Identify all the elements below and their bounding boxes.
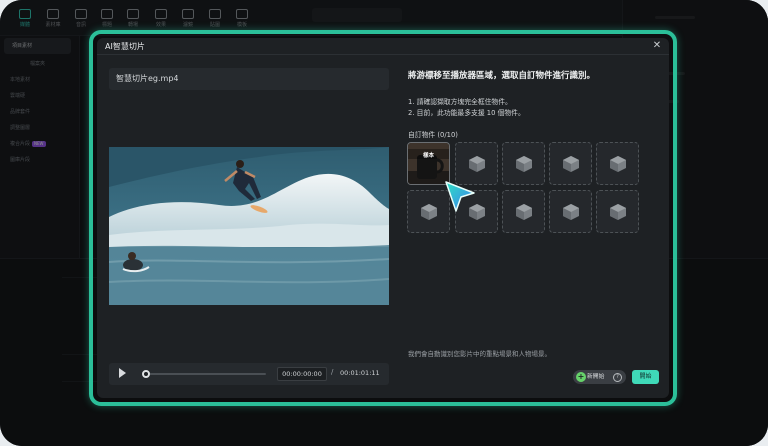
sample-label: 樣本: [422, 153, 434, 159]
app-window: 媒體 素材庫 音訊 標題 轉場 效果 濾鏡 貼圖 模板 項目素材 檔案夾 本地素…: [0, 0, 768, 446]
cube-icon: [610, 204, 626, 220]
cube-icon: [563, 156, 579, 172]
time-separator: /: [331, 368, 334, 376]
current-time: 00:00:00:00: [277, 367, 327, 381]
custom-objects-label: 自訂物件 (0/10): [408, 131, 458, 139]
cube-icon: [421, 204, 437, 220]
playback-controls: 00:00:00:00 / 00:01:01:11: [109, 363, 389, 385]
object-slot[interactable]: [549, 142, 592, 185]
cube-icon: [563, 204, 579, 220]
instruction-heading: 將游標移至播放器區域，選取自訂物件進行識別。: [408, 71, 596, 81]
object-slot[interactable]: [502, 190, 545, 233]
dialog-header: AI智慧切片 ✕: [97, 38, 669, 55]
cube-icon: [610, 156, 626, 172]
surf-video-frame: [109, 147, 389, 305]
object-slot[interactable]: [596, 142, 639, 185]
dialog-title: AI智慧切片: [105, 42, 145, 51]
play-icon[interactable]: [119, 368, 126, 378]
tip-2: 2. 目前，此功能最多支援 10 個物件。: [408, 109, 525, 117]
plus-icon: +: [576, 372, 586, 382]
close-icon[interactable]: ✕: [650, 39, 664, 53]
object-slot[interactable]: [596, 190, 639, 233]
seek-bar[interactable]: [144, 373, 266, 375]
object-slot[interactable]: [549, 190, 592, 233]
video-preview[interactable]: [109, 147, 389, 305]
seek-handle[interactable]: [142, 370, 150, 378]
object-slot[interactable]: [502, 142, 545, 185]
ai-smart-cutout-dialog: AI智慧切片 ✕ 智慧切片eg.mp4 00:00:00:00 / 00:01:…: [97, 38, 669, 398]
help-icon[interactable]: ?: [613, 372, 622, 382]
bottom-note: 我們會自動識別您影片中的重點場景和人物場景。: [408, 350, 551, 358]
pointer-cursor-icon: [445, 181, 475, 212]
start-button[interactable]: 開始: [632, 370, 659, 384]
tip-1: 1. 請確認擷取方塊完全框住物件。: [408, 98, 512, 106]
cube-icon: [516, 204, 532, 220]
file-name: 智慧切片eg.mp4: [109, 68, 389, 90]
cube-icon: [516, 156, 532, 172]
total-time: 00:01:01:11: [340, 369, 380, 377]
cube-icon: [469, 156, 485, 172]
beginner-label: 新開始: [587, 374, 605, 380]
beginner-toggle[interactable]: + 新開始 ?: [573, 370, 626, 384]
